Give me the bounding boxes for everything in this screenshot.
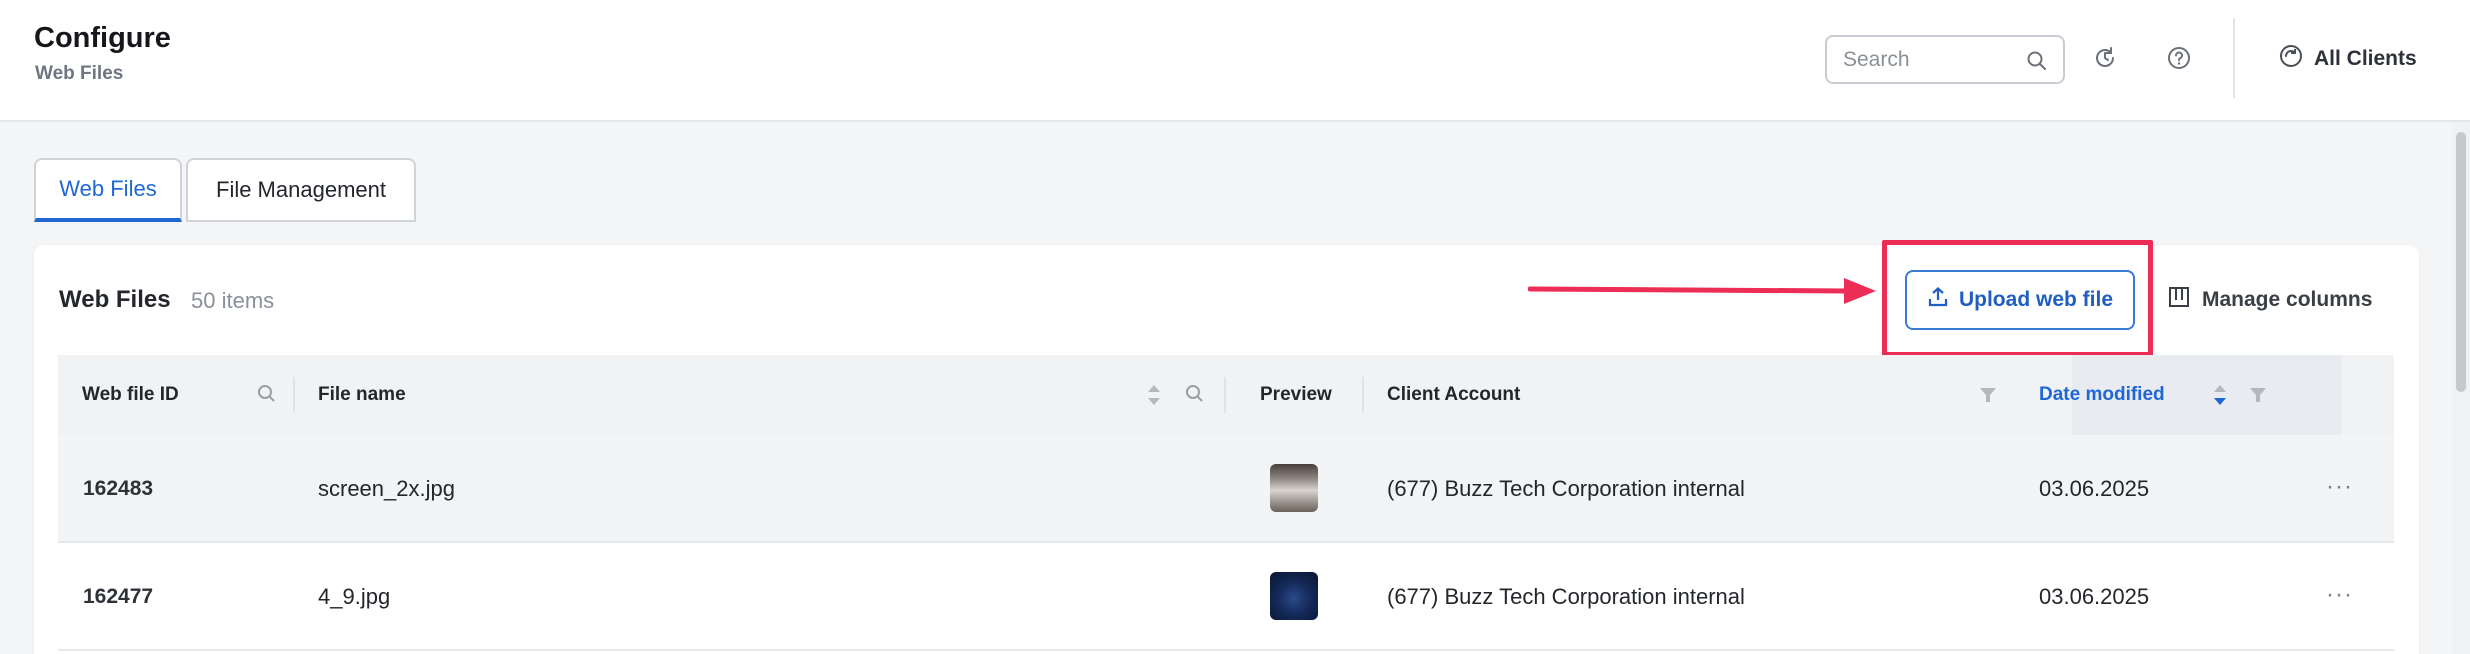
filter-icon[interactable] [1978, 385, 1998, 410]
search-icon[interactable] [2025, 49, 2049, 78]
help-icon[interactable] [2165, 44, 2193, 72]
manage-columns-label: Manage columns [2202, 288, 2373, 311]
sort-desc-icon[interactable] [2212, 383, 2228, 412]
column-search-icon[interactable] [256, 383, 278, 410]
upload-web-file-button[interactable]: Upload web file [1905, 270, 2135, 330]
search-input[interactable] [1843, 46, 2023, 74]
col-web-file-id[interactable]: Web file ID [82, 355, 179, 435]
upload-button-label: Upload web file [1958, 288, 2113, 311]
manage-columns-button[interactable]: Manage columns [2168, 284, 2372, 316]
all-clients-selector[interactable]: All Clients [2278, 44, 2417, 74]
page-subtitle: Web Files [35, 63, 124, 84]
card-title: Web Files [59, 286, 171, 313]
client-account: (677) Buzz Tech Corporation internal [1387, 584, 1745, 609]
scrollbar-thumb[interactable] [2456, 132, 2466, 392]
annotation-arrow [1528, 278, 1876, 304]
search-box[interactable] [1825, 35, 2065, 84]
date-modified: 03.06.2025 [2039, 584, 2150, 609]
column-divider [1224, 377, 1226, 413]
preview-thumbnail[interactable] [1270, 464, 1318, 512]
more-options-icon[interactable]: ··· [2326, 473, 2353, 501]
all-clients-label: All Clients [2314, 47, 2417, 70]
page-title: Configure [34, 22, 171, 54]
columns-icon [2168, 286, 2190, 314]
table-header: Web file ID File name Preview Client Acc… [58, 355, 2394, 435]
tab-file-management[interactable]: File Management [186, 158, 416, 222]
more-options-icon[interactable]: ··· [2326, 581, 2353, 609]
sort-icon[interactable] [1146, 383, 1162, 412]
preview-thumbnail[interactable] [1270, 572, 1318, 620]
file-name: 4_9.jpg [318, 584, 391, 609]
col-client-account[interactable]: Client Account [1387, 355, 1520, 435]
clients-icon [2278, 43, 2304, 75]
history-icon[interactable] [2091, 44, 2119, 72]
upload-icon [1927, 286, 1949, 314]
tab-web-files[interactable]: Web Files [34, 158, 182, 222]
client-account: (677) Buzz Tech Corporation internal [1387, 476, 1745, 501]
filter-icon[interactable] [2248, 385, 2268, 410]
header-divider [2233, 18, 2235, 98]
col-date-modified[interactable]: Date modified [2039, 355, 2165, 435]
column-divider [1362, 377, 1364, 413]
page-header: Configure Web Files All Clients [0, 0, 2470, 122]
table-row[interactable]: 162483 screen_2x.jpg (677) Buzz Tech Cor… [58, 435, 2394, 543]
column-divider [293, 377, 295, 413]
date-modified: 03.06.2025 [2039, 476, 2150, 501]
web-file-id[interactable]: 162477 [83, 543, 153, 651]
col-file-name[interactable]: File name [318, 355, 406, 435]
item-count: 50 items [191, 288, 275, 313]
table-row[interactable]: 162477 4_9.jpg (677) Buzz Tech Corporati… [58, 543, 2394, 651]
file-name: screen_2x.jpg [318, 476, 455, 501]
page-scrollbar[interactable] [2452, 122, 2470, 654]
column-search-icon[interactable] [1184, 383, 1206, 410]
web-file-id[interactable]: 162483 [83, 435, 153, 543]
col-preview: Preview [1260, 384, 1332, 405]
